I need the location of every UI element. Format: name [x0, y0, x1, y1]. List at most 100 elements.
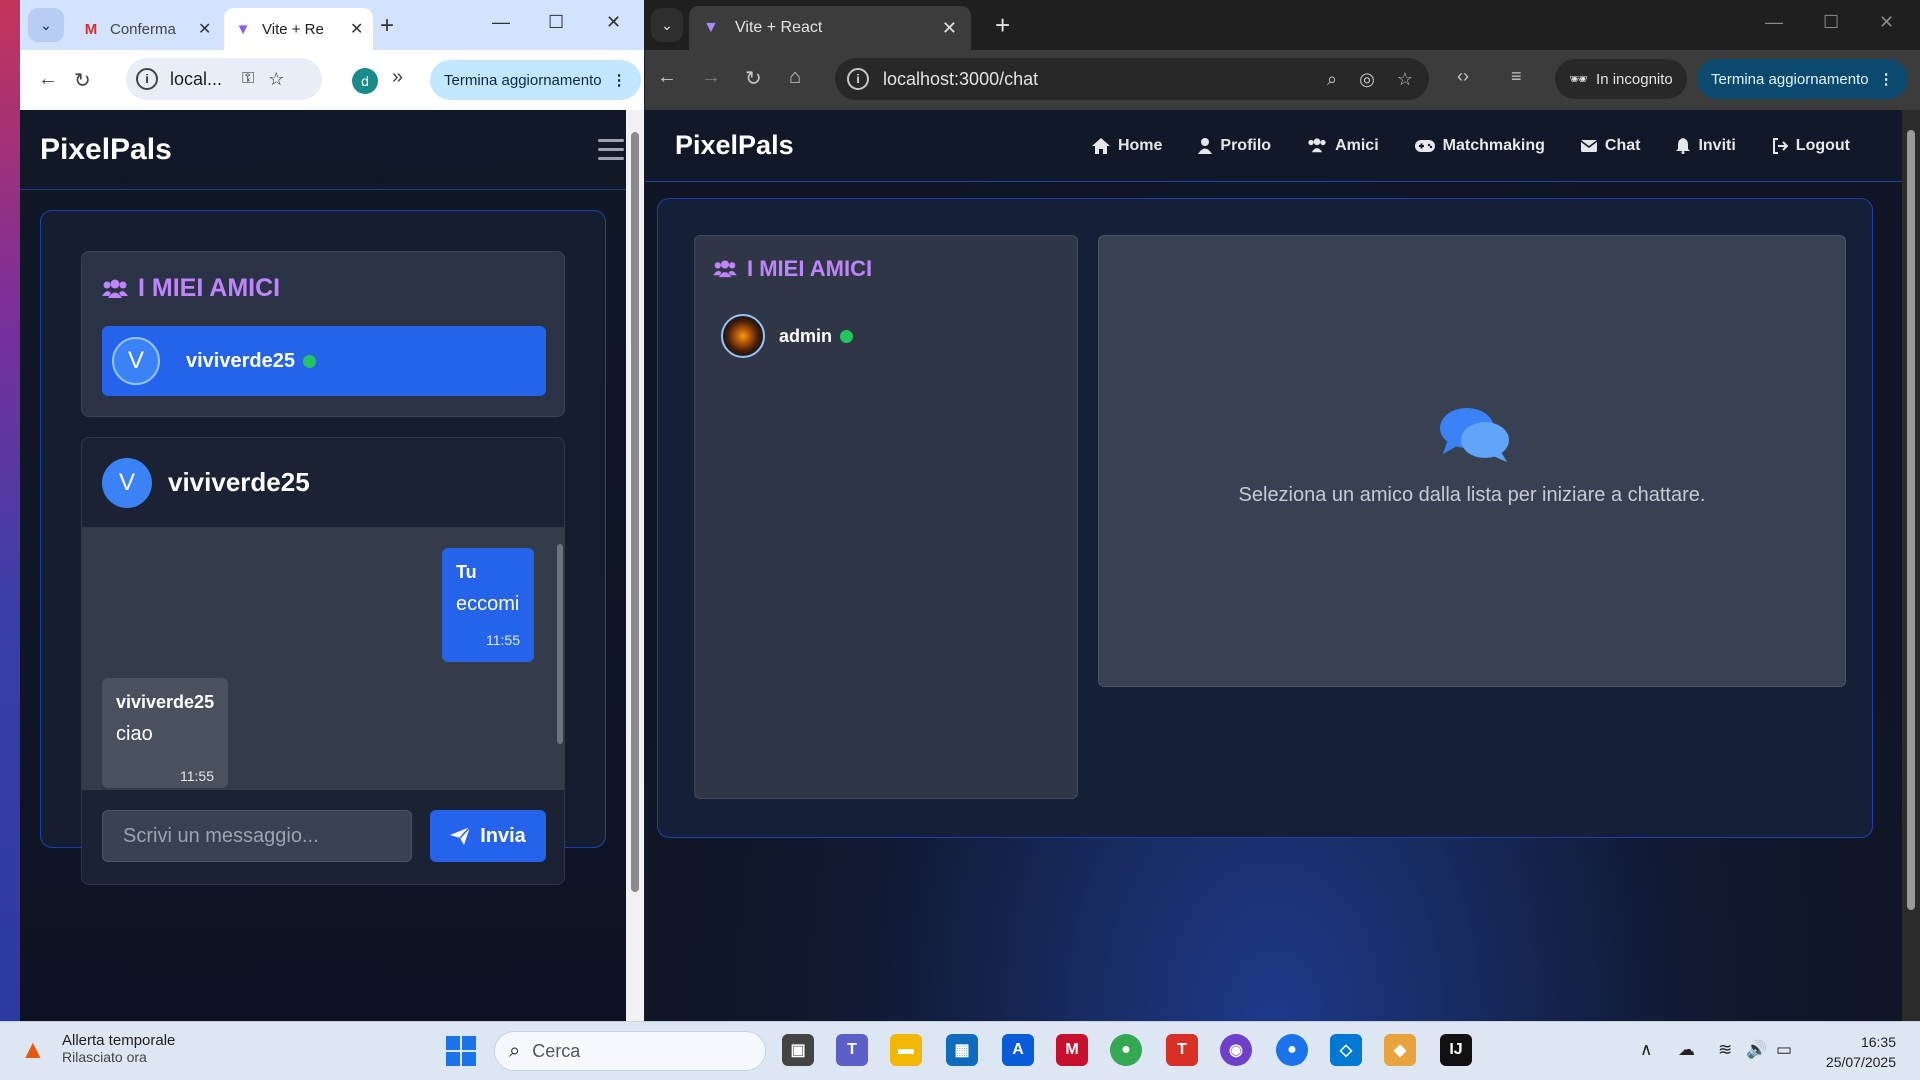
weather-widget[interactable]: ▲ Allerta temporale Rilasciato ora: [20, 1032, 175, 1065]
update-button[interactable]: Termina aggiornamento ⋮: [1697, 59, 1908, 99]
users-icon: [1308, 138, 1326, 153]
site-info-icon[interactable]: i: [136, 68, 158, 90]
windows-start-icon[interactable]: [446, 1036, 476, 1066]
reload-icon[interactable]: ↻: [74, 68, 91, 93]
home-icon[interactable]: ⌂: [789, 66, 801, 89]
close-tab-icon[interactable]: ✕: [198, 19, 211, 39]
friend-name: admin: [779, 325, 833, 346]
avatar: [721, 314, 765, 358]
github-desktop-icon[interactable]: ◉: [1220, 1034, 1252, 1066]
new-tab-button[interactable]: +: [380, 12, 394, 40]
message-composer: Invia: [82, 790, 564, 884]
chat-header: V viviverde25: [82, 438, 564, 528]
close-tab-icon[interactable]: ✕: [350, 19, 363, 39]
message-list[interactable]: Tu eccomi 11:55 viviverde25 ciao 11:55: [82, 528, 564, 790]
update-label: Termina aggiornamento: [444, 71, 602, 89]
file-explorer-icon[interactable]: ▬: [890, 1034, 922, 1066]
message-time: 11:55: [486, 632, 520, 648]
minimize-button[interactable]: —: [492, 12, 510, 33]
mcafee-icon[interactable]: M: [1056, 1034, 1088, 1066]
nav-profilo[interactable]: Profilo: [1198, 137, 1271, 155]
devtools-code-icon[interactable]: ‹›: [1457, 66, 1469, 87]
profile-avatar[interactable]: d: [352, 68, 378, 94]
friend-item-selected[interactable]: V viviverde25: [102, 326, 546, 396]
weather-subtitle: Rilasciato ora: [62, 1049, 147, 1065]
menu-kebab-icon: ⋮: [611, 72, 627, 89]
new-tab-button[interactable]: +: [995, 10, 1010, 41]
brand-logo[interactable]: PixelPals: [40, 133, 172, 167]
tab-gmail[interactable]: M Conferma ✕: [72, 8, 221, 50]
maximize-button[interactable]: ☐: [548, 12, 564, 33]
bookmark-star-icon[interactable]: ☆: [268, 69, 284, 90]
back-icon[interactable]: ←: [657, 66, 677, 89]
minimize-button[interactable]: —: [1765, 12, 1783, 33]
teams-icon[interactable]: T: [836, 1034, 868, 1066]
intellij-icon[interactable]: IJ: [1440, 1034, 1472, 1066]
nav-inviti[interactable]: Inviti: [1676, 137, 1736, 155]
password-key-icon[interactable]: ⚿: [242, 70, 254, 88]
tray-chevron-up-icon[interactable]: ∧: [1640, 1040, 1652, 1060]
user-icon: [1198, 137, 1213, 154]
chat-empty-state: Seleziona un amico dalla lista per inizi…: [1098, 235, 1846, 687]
store-icon[interactable]: ▦: [946, 1034, 978, 1066]
gmail-icon: M: [84, 20, 98, 38]
azure-icon[interactable]: A: [1002, 1034, 1034, 1066]
chrome-icon[interactable]: ●: [1110, 1034, 1142, 1066]
git-kraken-icon[interactable]: ◆: [1384, 1034, 1416, 1066]
bookmark-star-icon[interactable]: ☆: [1397, 69, 1413, 90]
incognito-indicator[interactable]: 🕶 In incognito: [1555, 59, 1687, 99]
nav-home[interactable]: Home: [1091, 137, 1162, 155]
friends-title: I MIEI AMICI: [102, 274, 280, 303]
nav-matchmaking[interactable]: Matchmaking: [1414, 136, 1545, 155]
zoom-icon[interactable]: ⌕: [1327, 69, 1337, 90]
message-scrollbar[interactable]: [556, 534, 564, 784]
page-scrollbar[interactable]: [1902, 110, 1920, 1021]
address-text: localhost:3000/chat: [883, 68, 1039, 89]
friends-title: I MIEI AMICI: [713, 256, 872, 282]
onedrive-icon[interactable]: ☁: [1678, 1040, 1695, 1060]
tab-search-button[interactable]: ⌄: [651, 8, 683, 42]
nav-label: Matchmaking: [1442, 136, 1545, 154]
tab-vite[interactable]: ▼ Vite + Re ✕: [224, 8, 374, 50]
vite-icon: ▼: [703, 19, 719, 36]
chrome-profile-icon[interactable]: ●: [1276, 1034, 1308, 1066]
battery-icon[interactable]: ▭: [1776, 1040, 1792, 1060]
back-icon[interactable]: ←: [38, 68, 58, 91]
address-bar[interactable]: i local... ⚿ ☆: [126, 58, 322, 100]
vscode-icon[interactable]: ◇: [1330, 1034, 1362, 1066]
nav-logout[interactable]: Logout: [1772, 137, 1850, 155]
todo-app-icon[interactable]: T: [1166, 1034, 1198, 1066]
send-button[interactable]: Invia: [430, 810, 546, 862]
site-info-icon[interactable]: i: [847, 68, 869, 90]
comments-icon: [1440, 408, 1509, 462]
update-button[interactable]: Termina aggiornamento ⋮: [430, 60, 641, 100]
brand-logo[interactable]: PixelPals: [675, 130, 794, 161]
message-input[interactable]: [102, 810, 412, 862]
system-clock[interactable]: 16:35 25/07/2025: [1826, 1032, 1896, 1072]
extensions-chevron-icon[interactable]: »: [392, 66, 403, 89]
page-scrollbar[interactable]: [626, 110, 644, 1021]
nav-links: Home Profilo Amici Matchmaking Chat Invi…: [1091, 136, 1902, 155]
nav-amici[interactable]: Amici: [1307, 137, 1379, 155]
tab-vite-react[interactable]: ▼ Vite + React ✕: [689, 6, 971, 50]
reload-icon[interactable]: ↻: [745, 66, 762, 91]
taskbar-search[interactable]: ⌕ Cerca: [494, 1031, 766, 1071]
media-queue-icon[interactable]: ≡: [1511, 66, 1522, 87]
tab-search-button[interactable]: ⌄: [28, 8, 64, 42]
maximize-button[interactable]: ☐: [1823, 12, 1839, 33]
close-window-button[interactable]: ✕: [1879, 12, 1894, 33]
app-viewport: PixelPals Home Profilo Amici Matchmaking: [645, 110, 1902, 1021]
hamburger-menu-icon[interactable]: [598, 139, 624, 160]
eye-off-icon[interactable]: ◎: [1359, 69, 1375, 90]
forward-icon[interactable]: →: [701, 66, 721, 89]
nav-label: Chat: [1604, 136, 1641, 154]
close-tab-icon[interactable]: ✕: [942, 18, 957, 39]
wifi-icon[interactable]: ≋: [1718, 1040, 1732, 1060]
browser-toolbar: ← → ↻ ⌂ i localhost:3000/chat ⌕ ◎ ☆ ‹› ≡…: [645, 50, 1920, 110]
volume-icon[interactable]: 🔊: [1746, 1040, 1767, 1060]
friend-item[interactable]: admin: [721, 314, 854, 358]
task-view-icon[interactable]: ▣: [782, 1034, 814, 1066]
nav-chat[interactable]: Chat: [1580, 136, 1641, 155]
close-window-button[interactable]: ✕: [606, 12, 621, 33]
address-bar[interactable]: i localhost:3000/chat ⌕ ◎ ☆: [835, 58, 1429, 100]
